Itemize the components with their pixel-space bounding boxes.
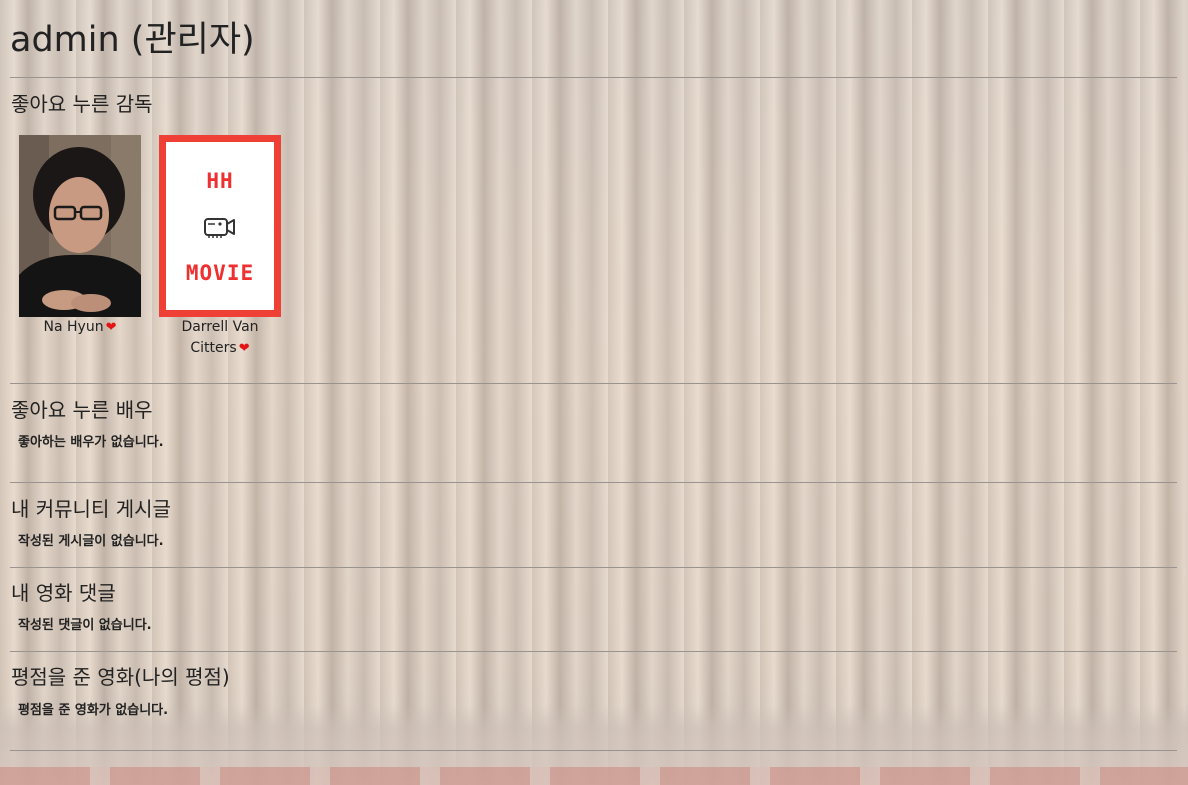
divider [10, 567, 1177, 568]
divider [10, 750, 1177, 751]
director-photo[interactable] [19, 135, 141, 317]
liked-directors-heading: 좋아요 누른 감독 [11, 92, 153, 116]
director-name-line1[interactable]: Darrell Van [159, 317, 281, 338]
movie-camera-icon [204, 218, 235, 238]
liked-actors-empty: 좋아하는 배우가 없습니다. [18, 435, 164, 450]
my-posts-empty: 작성된 게시글이 없습니다. [18, 534, 164, 549]
heart-icon[interactable]: ❤ [239, 341, 250, 356]
my-posts-heading: 내 커뮤니티 게시글 [11, 497, 171, 521]
director-card-na-hyun[interactable]: Na Hyun ❤ [19, 135, 141, 338]
divider [10, 77, 1177, 78]
page-title: admin (관리자) [10, 20, 255, 60]
profile-page: admin (관리자) 좋아요 누른 감독 Na Hyun ❤ HH MOVIE… [0, 0, 1188, 785]
director-card-darrell-van-citters[interactable]: HH MOVIE Darrell Van Citters ❤ [159, 135, 281, 359]
poster-logo-bottom: MOVIE [185, 261, 255, 285]
director-name-line2[interactable]: Citters [190, 340, 236, 356]
director-name[interactable]: Na Hyun ❤ [19, 317, 141, 338]
director-name[interactable]: Darrell Van Citters ❤ [159, 317, 281, 359]
poster-logo-top: HH [206, 169, 234, 193]
divider [10, 383, 1177, 384]
director-name-text[interactable]: Na Hyun [44, 319, 104, 335]
portrait-image [19, 135, 141, 317]
heart-icon[interactable]: ❤ [106, 320, 117, 335]
rated-movies-empty: 평점을 준 영화가 없습니다. [18, 703, 169, 718]
my-comments-heading: 내 영화 댓글 [11, 581, 116, 605]
divider [10, 651, 1177, 652]
divider [10, 482, 1177, 483]
director-placeholder-poster[interactable]: HH MOVIE [159, 135, 281, 317]
rated-movies-heading: 평점을 준 영화(나의 평점) [11, 665, 230, 689]
liked-actors-heading: 좋아요 누른 배우 [11, 398, 153, 422]
my-comments-empty: 작성된 댓글이 없습니다. [18, 618, 152, 633]
